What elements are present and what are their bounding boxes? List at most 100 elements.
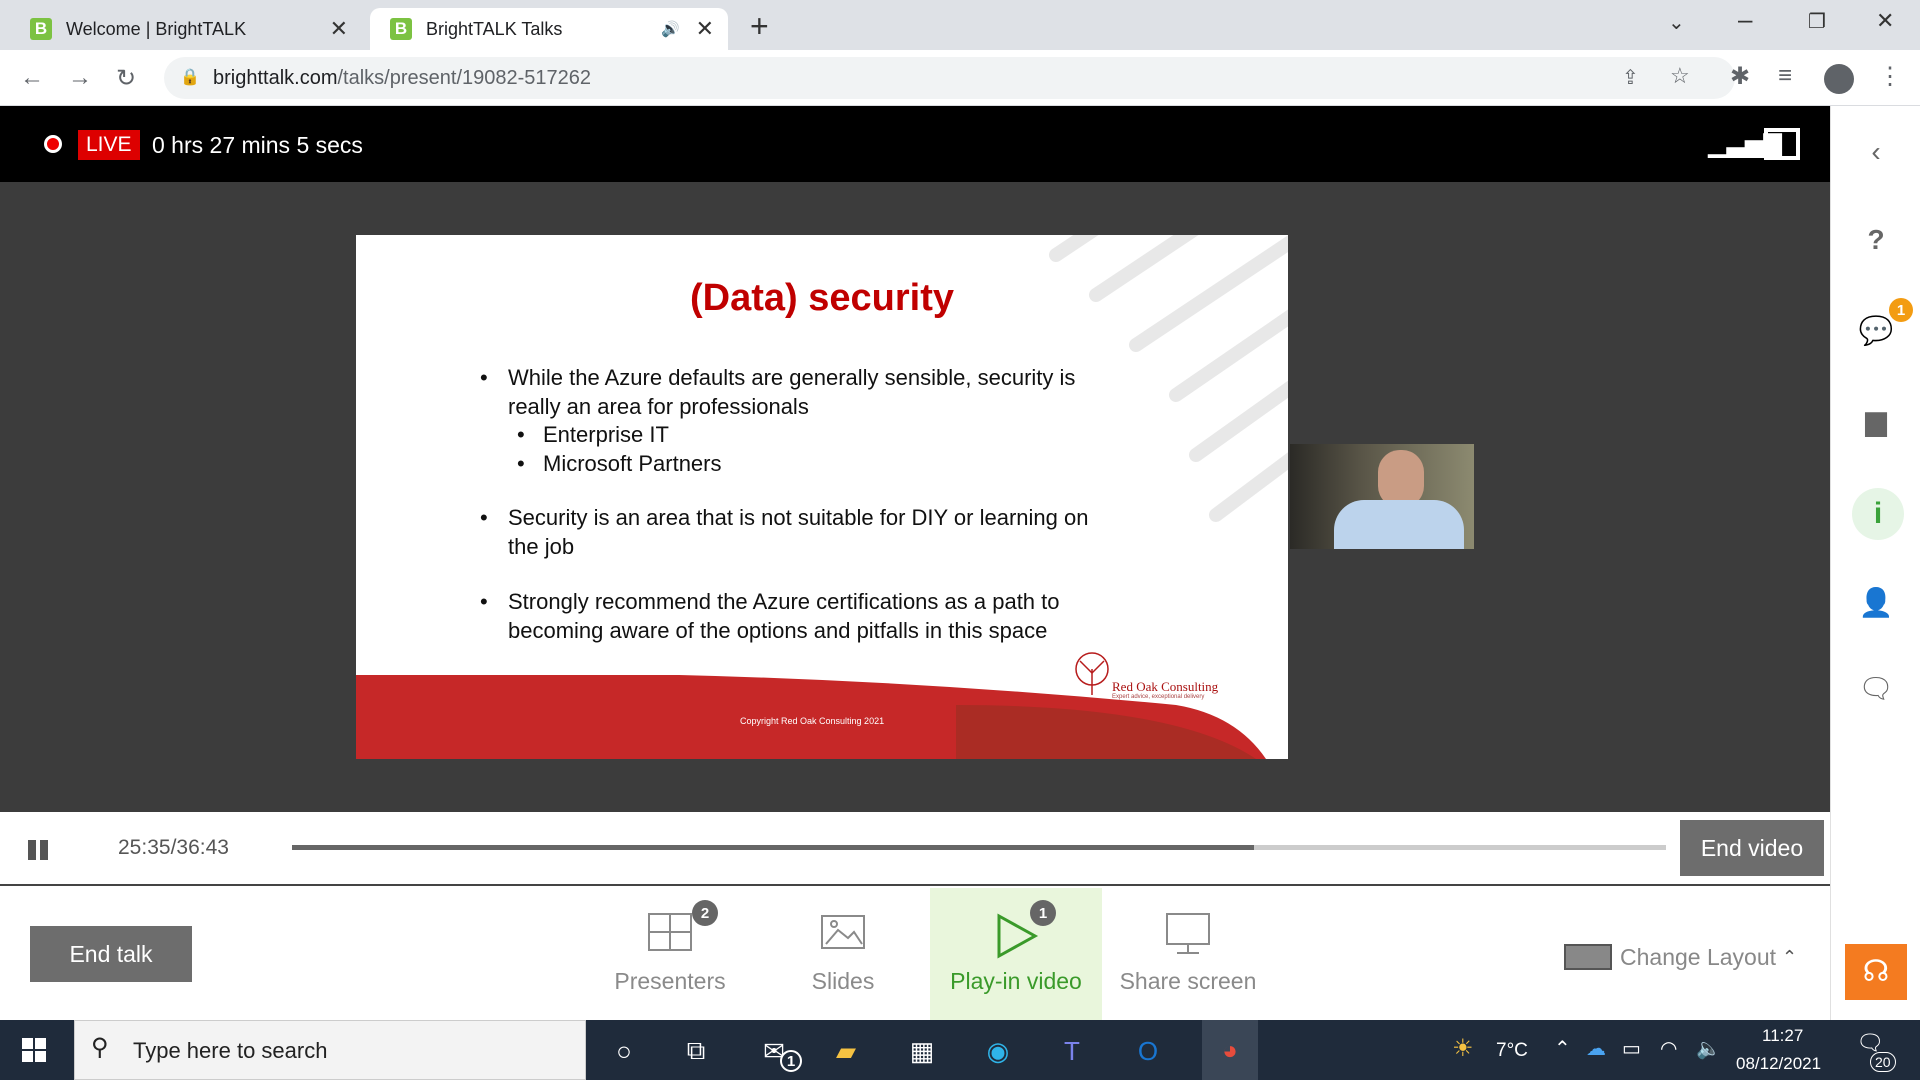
task-view-icon[interactable]: ⧉ (676, 1032, 716, 1070)
new-tab-icon[interactable]: + (750, 8, 769, 45)
lock-icon: 🔒 (180, 69, 200, 86)
profile-avatar[interactable] (1824, 64, 1854, 94)
microsoft-store-icon[interactable]: ▦ (902, 1032, 942, 1070)
cortana-icon[interactable]: ○ (604, 1032, 644, 1070)
address-bar[interactable]: 🔒 brighttalk.com/talks/present/19082-517… (164, 57, 1735, 99)
change-layout-button[interactable]: Change Layout ⌃ (1564, 942, 1797, 972)
close-tab-icon[interactable]: ✕ (330, 16, 348, 42)
presenters-grid-icon (648, 913, 692, 951)
pause-icon[interactable] (28, 840, 48, 860)
file-explorer-icon[interactable]: ▰ (826, 1032, 866, 1070)
close-tab-icon[interactable]: ✕ (696, 16, 714, 42)
outlook-icon[interactable]: O (1128, 1032, 1168, 1070)
slide-bullet-continued: really an area for professionals (508, 394, 809, 419)
alert-count-badge: 1 (1889, 298, 1913, 322)
chevron-up-icon: ⌃ (1782, 946, 1798, 967)
collapse-chevron-icon[interactable]: ‹ (1831, 136, 1920, 168)
current-time: 25:35 (118, 836, 171, 859)
presentation-slide: (Data) security • While the Azure default… (356, 235, 1288, 759)
recording-dot-icon (44, 135, 62, 153)
red-oak-logo-text: Red Oak Consulting (1112, 679, 1219, 694)
brighttalk-favicon: B (390, 18, 412, 40)
battery-icon[interactable]: ▭ (1622, 1036, 1641, 1061)
clock-date[interactable]: 08/12/2021 (1736, 1054, 1821, 1074)
tray-chevron-icon[interactable]: ⌃ (1554, 1036, 1571, 1061)
slide-bullet: • Strongly recommend the Azure certificat… (480, 589, 1060, 614)
close-window-icon[interactable]: ✕ (1876, 8, 1894, 34)
action-center-count: 20 (1870, 1052, 1896, 1072)
tab-search-icon[interactable]: ⌄ (1668, 10, 1685, 35)
reload-icon[interactable]: ↻ (116, 64, 136, 93)
clock-time[interactable]: 11:27 (1762, 1026, 1803, 1046)
extensions-icon[interactable]: ✱ (1730, 62, 1750, 91)
slide-bullet: • While the Azure defaults are generally … (480, 365, 1076, 390)
support-headset-icon[interactable]: ☊ (1845, 944, 1907, 1000)
analytics-icon[interactable]: ▆ (1831, 404, 1920, 437)
presenters-label: Presenters (614, 968, 726, 994)
attendee-settings-icon[interactable]: 👤 (1831, 586, 1920, 619)
back-icon[interactable]: ← (20, 64, 44, 92)
share-screen-button[interactable]: Share screen (1108, 888, 1268, 1020)
change-layout-label: Change Layout (1620, 943, 1777, 970)
minimize-icon[interactable]: – (1738, 4, 1752, 35)
slide-subbullet: • Enterprise IT (517, 422, 669, 447)
weather-icon: ☀ (1452, 1035, 1474, 1062)
chat-icon[interactable]: 🗨 (1831, 672, 1920, 705)
share-icon[interactable]: ⇪ (1622, 65, 1639, 90)
layout-thumbnail-icon (1564, 944, 1612, 970)
restore-icon[interactable]: ❐ (1808, 9, 1826, 34)
mail-badge: 1 (780, 1050, 802, 1072)
tab-welcome[interactable]: B Welcome | BrightTALK ✕ (0, 8, 362, 50)
slide-title: (Data) security (690, 277, 954, 319)
onedrive-icon[interactable]: ☁ (1586, 1036, 1606, 1061)
media-control-icon[interactable]: ≡ (1778, 62, 1792, 90)
playback-controls: 25:35/36:43 End video (0, 812, 1830, 886)
progress-track[interactable] (292, 845, 1666, 850)
slide-bullet: • Security is an area that is not suitabl… (480, 505, 1089, 530)
brighttalk-favicon: B (30, 18, 52, 40)
forward-icon[interactable]: → (68, 64, 92, 92)
slides-label: Slides (811, 968, 875, 994)
progress-fill (292, 845, 1254, 850)
teams-icon[interactable]: T (1052, 1032, 1092, 1070)
play-in-count-badge: 1 (1030, 900, 1056, 926)
tab-strip: B Welcome | BrightTALK ✕ B BrightTALK Ta… (0, 0, 1920, 50)
play-in-video-button[interactable]: Play-in video 1 (930, 888, 1102, 1020)
slide-bullet-continued: the job (508, 534, 575, 559)
share-screen-label: Share screen (1119, 968, 1257, 994)
help-icon[interactable]: ? (1831, 224, 1920, 256)
info-icon[interactable]: i (1852, 488, 1904, 540)
tab-brighttalk-talks[interactable]: B BrightTALK Talks 🔊 ✕ (370, 8, 728, 50)
weather-temp[interactable]: 7°C (1496, 1040, 1528, 1062)
search-icon: ⚲ (91, 1034, 109, 1061)
volume-icon[interactable]: 🔈 (1696, 1036, 1721, 1061)
menu-kebab-icon[interactable]: ⋮ (1878, 62, 1902, 91)
tab-title: BrightTALK Talks (426, 18, 563, 39)
total-time: 36:43 (176, 836, 229, 859)
wifi-icon[interactable]: ◠ (1660, 1036, 1677, 1061)
windows-start-icon[interactable] (22, 1038, 46, 1062)
playback-time: 25:35/36:43 (118, 836, 229, 859)
tab-title: Welcome | BrightTALK (66, 18, 247, 39)
red-oak-tagline: Expert advice, exceptional delivery (1112, 694, 1205, 700)
presenter-webcam (1290, 444, 1474, 549)
live-status-bar: LIVE 0 hrs 27 mins 5 secs ▁▃▅▇ (0, 106, 1830, 182)
slide-bullet-continued: becoming aware of the options and pitfal… (508, 618, 1048, 643)
slide-subbullet: • Microsoft Partners (517, 451, 722, 476)
taskbar-search[interactable]: ⚲ Type here to search (74, 1020, 586, 1080)
bookmark-star-icon[interactable]: ☆ (1670, 63, 1690, 89)
slide-copyright: Copyright Red Oak Consulting 2021 (740, 716, 885, 726)
slides-button[interactable]: Slides (763, 888, 923, 1020)
fullscreen-icon[interactable] (1764, 128, 1800, 160)
chrome-icon[interactable]: ◕ (1202, 1020, 1258, 1080)
live-duration: 0 hrs 27 mins 5 secs (152, 132, 363, 158)
slides-image-icon (821, 915, 865, 949)
audio-playing-icon[interactable]: 🔊 (661, 20, 680, 38)
url-domain: brighttalk.com (213, 67, 338, 89)
end-talk-button[interactable]: End talk (30, 926, 192, 982)
search-placeholder: Type here to search (133, 1038, 328, 1063)
presenters-button[interactable]: Presenters 2 (590, 888, 750, 1020)
end-video-button[interactable]: End video (1680, 820, 1824, 876)
play-in-video-label: Play-in video (950, 968, 1082, 994)
edge-icon[interactable]: ◉ (978, 1032, 1018, 1070)
